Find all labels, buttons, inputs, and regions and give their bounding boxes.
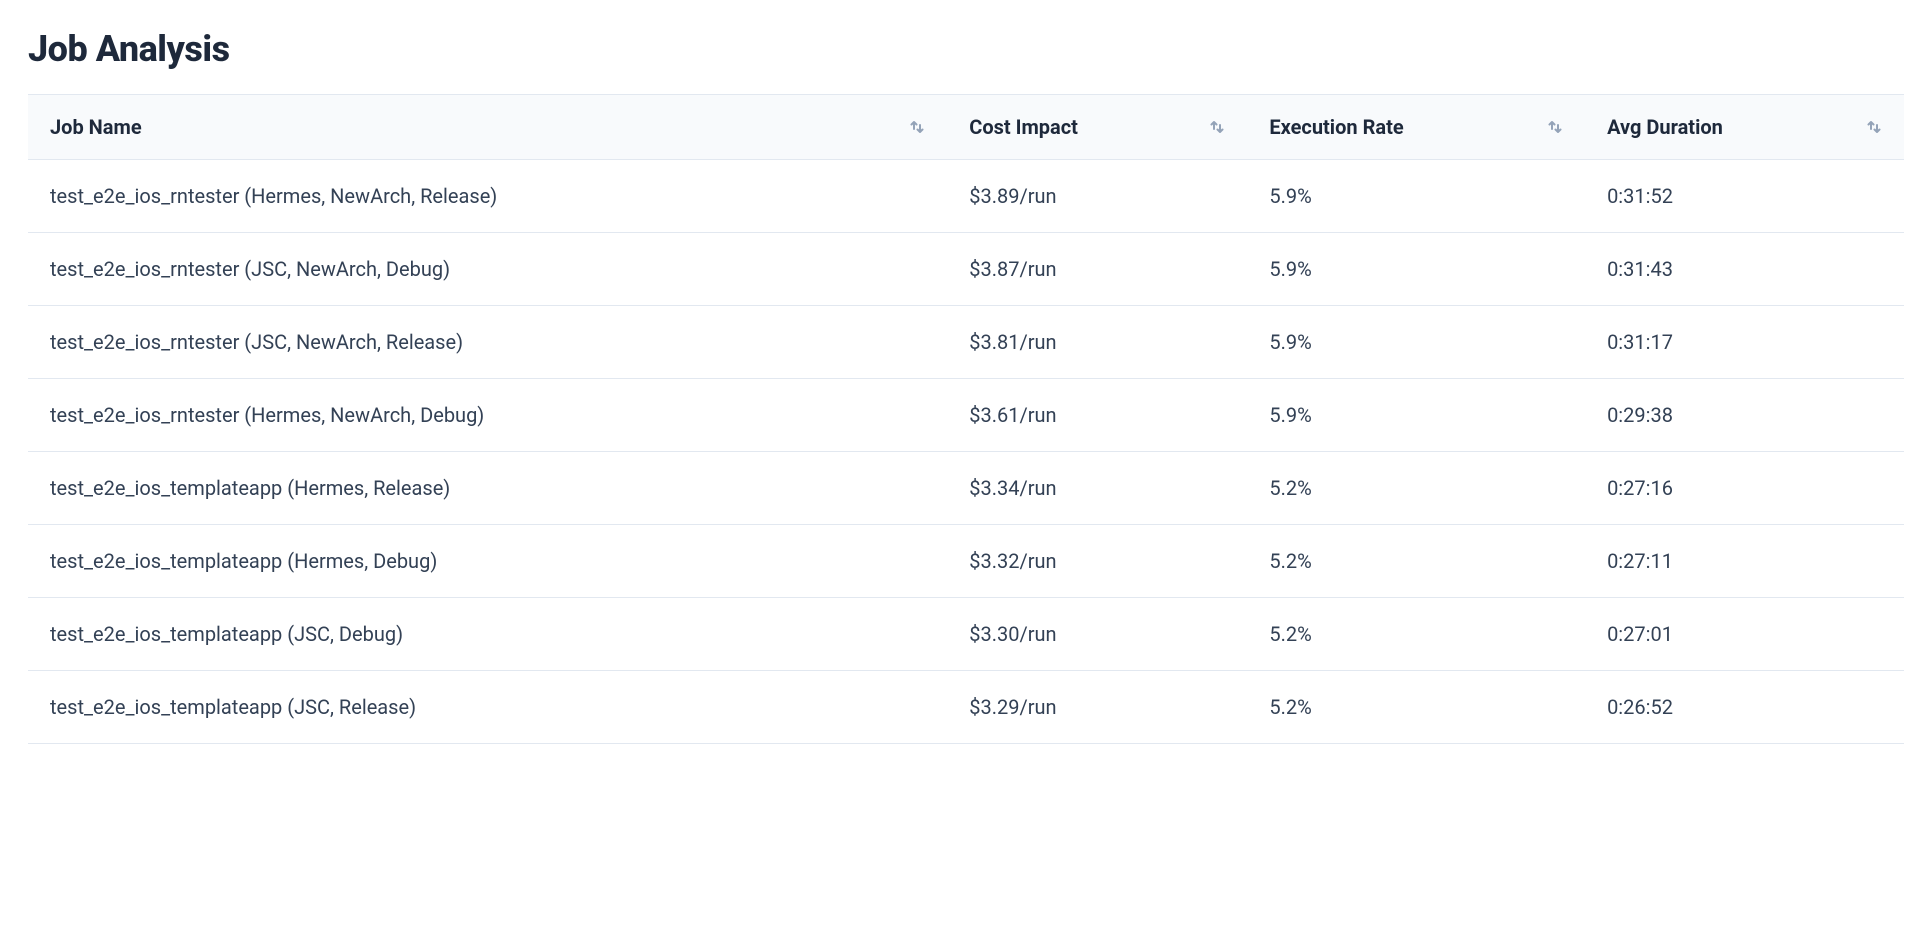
cell-avg-duration: 0:27:11 <box>1585 525 1904 598</box>
table-row: test_e2e_ios_rntester (JSC, NewArch, Rel… <box>28 306 1904 379</box>
column-header-execution-rate[interactable]: Execution Rate <box>1247 95 1585 160</box>
cell-avg-duration: 0:26:52 <box>1585 671 1904 744</box>
cell-cost-impact: $3.87/run <box>947 233 1247 306</box>
cell-cost-impact: $3.29/run <box>947 671 1247 744</box>
cell-job-name: test_e2e_ios_rntester (Hermes, NewArch, … <box>28 379 947 452</box>
table-row: test_e2e_ios_rntester (Hermes, NewArch, … <box>28 160 1904 233</box>
cell-execution-rate: 5.9% <box>1247 379 1585 452</box>
cell-job-name: test_e2e_ios_rntester (JSC, NewArch, Deb… <box>28 233 947 306</box>
cell-execution-rate: 5.9% <box>1247 233 1585 306</box>
cell-execution-rate: 5.9% <box>1247 160 1585 233</box>
cell-cost-impact: $3.32/run <box>947 525 1247 598</box>
cell-job-name: test_e2e_ios_templateapp (JSC, Release) <box>28 671 947 744</box>
column-label: Avg Duration <box>1607 115 1723 139</box>
cell-avg-duration: 0:27:01 <box>1585 598 1904 671</box>
cell-cost-impact: $3.89/run <box>947 160 1247 233</box>
column-label: Execution Rate <box>1269 115 1403 139</box>
cell-avg-duration: 0:31:52 <box>1585 160 1904 233</box>
table-row: test_e2e_ios_templateapp (JSC, Debug) $3… <box>28 598 1904 671</box>
sort-icon[interactable] <box>1209 119 1225 135</box>
cell-execution-rate: 5.2% <box>1247 452 1585 525</box>
cell-cost-impact: $3.61/run <box>947 379 1247 452</box>
table-row: test_e2e_ios_rntester (JSC, NewArch, Deb… <box>28 233 1904 306</box>
cell-cost-impact: $3.30/run <box>947 598 1247 671</box>
sort-icon[interactable] <box>1547 119 1563 135</box>
column-label: Cost Impact <box>969 115 1078 139</box>
cell-avg-duration: 0:29:38 <box>1585 379 1904 452</box>
cell-execution-rate: 5.9% <box>1247 306 1585 379</box>
cell-job-name: test_e2e_ios_templateapp (Hermes, Debug) <box>28 525 947 598</box>
page-title: Job Analysis <box>28 28 1904 70</box>
cell-job-name: test_e2e_ios_templateapp (JSC, Debug) <box>28 598 947 671</box>
cell-avg-duration: 0:31:43 <box>1585 233 1904 306</box>
table-row: test_e2e_ios_templateapp (Hermes, Debug)… <box>28 525 1904 598</box>
table-header-row: Job Name Cost Impact <box>28 95 1904 160</box>
cell-avg-duration: 0:27:16 <box>1585 452 1904 525</box>
column-header-cost-impact[interactable]: Cost Impact <box>947 95 1247 160</box>
cell-cost-impact: $3.81/run <box>947 306 1247 379</box>
cell-job-name: test_e2e_ios_templateapp (Hermes, Releas… <box>28 452 947 525</box>
column-header-avg-duration[interactable]: Avg Duration <box>1585 95 1904 160</box>
table-row: test_e2e_ios_templateapp (Hermes, Releas… <box>28 452 1904 525</box>
column-label: Job Name <box>50 115 142 139</box>
column-header-job-name[interactable]: Job Name <box>28 95 947 160</box>
sort-icon[interactable] <box>1866 119 1882 135</box>
cell-job-name: test_e2e_ios_rntester (Hermes, NewArch, … <box>28 160 947 233</box>
cell-execution-rate: 5.2% <box>1247 671 1585 744</box>
sort-icon[interactable] <box>909 119 925 135</box>
cell-cost-impact: $3.34/run <box>947 452 1247 525</box>
table-row: test_e2e_ios_templateapp (JSC, Release) … <box>28 671 1904 744</box>
table-row: test_e2e_ios_rntester (Hermes, NewArch, … <box>28 379 1904 452</box>
table-body: test_e2e_ios_rntester (Hermes, NewArch, … <box>28 160 1904 744</box>
cell-execution-rate: 5.2% <box>1247 598 1585 671</box>
cell-execution-rate: 5.2% <box>1247 525 1585 598</box>
job-analysis-table: Job Name Cost Impact <box>28 94 1904 744</box>
cell-job-name: test_e2e_ios_rntester (JSC, NewArch, Rel… <box>28 306 947 379</box>
cell-avg-duration: 0:31:17 <box>1585 306 1904 379</box>
